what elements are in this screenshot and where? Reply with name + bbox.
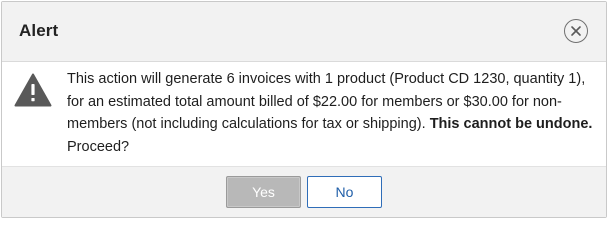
message-emphasis: This cannot be undone.: [429, 116, 593, 132]
dialog-message: This action will generate 6 invoices wit…: [67, 68, 597, 158]
warning-triangle-icon: [14, 73, 52, 107]
dialog-title: Alert: [19, 21, 59, 40]
close-icon: [571, 26, 581, 36]
no-button[interactable]: No: [307, 176, 382, 208]
message-question: Proceed?: [67, 138, 130, 155]
close-button[interactable]: [564, 19, 588, 43]
dialog-header: Alert: [2, 2, 606, 62]
yes-button[interactable]: Yes: [226, 176, 301, 208]
alert-dialog: Alert This action will generate 6 invoic…: [1, 1, 607, 218]
dialog-footer: Yes No: [2, 166, 606, 217]
dialog-body: This action will generate 6 invoices wit…: [2, 62, 606, 166]
